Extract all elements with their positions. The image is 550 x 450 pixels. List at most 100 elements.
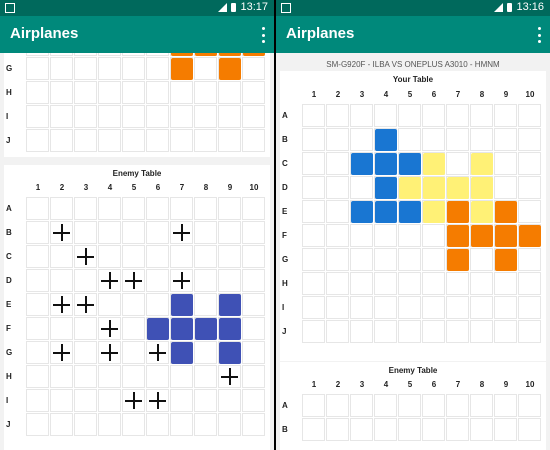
grid-cell[interactable] [242,197,265,220]
grid-cell[interactable] [26,413,49,436]
grid-cell[interactable] [194,245,217,268]
grid-cell[interactable] [26,293,49,316]
grid-cell[interactable] [26,341,49,364]
grid-cell[interactable] [218,413,241,436]
grid-cell[interactable] [518,394,541,417]
grid-cell[interactable] [122,341,145,364]
grid-cell[interactable] [398,394,421,417]
grid-cell[interactable] [242,389,265,412]
grid-cell[interactable] [218,389,241,412]
grid-cell[interactable] [146,197,169,220]
grid-cell[interactable] [26,221,49,244]
grid-cell[interactable] [122,365,145,388]
grid-cell[interactable] [98,365,121,388]
grid-cell[interactable] [470,394,493,417]
grid-cell[interactable] [98,389,121,412]
grid-cell[interactable] [170,413,193,436]
grid-cell[interactable] [74,197,97,220]
grid-cell[interactable] [146,413,169,436]
grid-cell[interactable] [302,418,325,441]
grid-cell[interactable] [122,245,145,268]
grid-cell[interactable] [242,317,265,340]
grid-cell[interactable] [242,365,265,388]
grid-cell[interactable] [326,394,349,417]
grid-cell[interactable] [50,413,73,436]
game-content[interactable]: F G H I J Enemy Table 1 2 3 4 5 6 7 8 9 10 A B C D E F G H I J [0,53,274,450]
more-vert-icon[interactable] [260,26,266,44]
grid-cell[interactable] [422,394,445,417]
grid-cell[interactable] [194,197,217,220]
grid-cell[interactable] [26,365,49,388]
grid-cell[interactable] [50,197,73,220]
grid-cell[interactable] [146,365,169,388]
grid-cell[interactable] [146,221,169,244]
grid-cell[interactable] [26,389,49,412]
grid-cell[interactable] [218,197,241,220]
grid-cell[interactable] [350,394,373,417]
grid-cell[interactable] [74,317,97,340]
grid-cell[interactable] [50,245,73,268]
grid-cell[interactable] [74,413,97,436]
grid-cell[interactable] [122,197,145,220]
grid-cell[interactable] [74,341,97,364]
grid-cell[interactable] [26,269,49,292]
grid-cell[interactable] [242,221,265,244]
grid-cell[interactable] [242,293,265,316]
grid-cell[interactable] [98,245,121,268]
grid-cell[interactable] [218,221,241,244]
grid-cell[interactable] [518,418,541,441]
grid-cell[interactable] [398,418,421,441]
grid-cell[interactable] [26,197,49,220]
grid-cell[interactable] [194,341,217,364]
grid-cell[interactable] [122,317,145,340]
grid-cell[interactable] [170,245,193,268]
grid-cell[interactable] [74,221,97,244]
grid-cell[interactable] [50,317,73,340]
grid-cell[interactable] [146,293,169,316]
grid-cell[interactable] [194,269,217,292]
more-vert-icon[interactable] [536,26,542,44]
grid-cell[interactable] [194,293,217,316]
grid-cell[interactable] [350,418,373,441]
grid-cell[interactable] [170,197,193,220]
grid-cell[interactable] [218,245,241,268]
grid-cell[interactable] [122,293,145,316]
grid-cell[interactable] [494,394,517,417]
game-content[interactable]: SM-G920F - ILBA VS ONEPLUS A3010 - HMNM … [276,53,550,450]
grid-cell[interactable] [98,197,121,220]
grid-cell[interactable] [98,413,121,436]
grid-cell[interactable] [446,418,469,441]
grid-cell[interactable] [170,365,193,388]
grid-cell[interactable] [26,245,49,268]
grid-cell[interactable] [50,389,73,412]
grid-cell[interactable] [170,389,193,412]
grid-cell[interactable] [494,418,517,441]
grid-cell[interactable] [122,413,145,436]
grid-cell[interactable] [98,221,121,244]
grid-cell[interactable] [74,365,97,388]
grid-cell[interactable] [98,293,121,316]
grid-cell[interactable] [446,394,469,417]
grid-cell[interactable] [122,221,145,244]
grid-cell[interactable] [50,365,73,388]
grid-cell[interactable] [326,418,349,441]
grid-cell[interactable] [242,413,265,436]
grid-cell[interactable] [194,365,217,388]
grid-cell[interactable] [74,269,97,292]
grid-cell[interactable] [194,221,217,244]
grid-cell[interactable] [194,389,217,412]
grid-cell[interactable] [242,245,265,268]
grid-cell[interactable] [422,418,445,441]
grid-cell[interactable] [194,413,217,436]
grid-cell[interactable] [242,341,265,364]
grid-cell[interactable] [218,269,241,292]
grid-cell[interactable] [26,317,49,340]
grid-cell[interactable] [50,269,73,292]
grid-cell[interactable] [242,269,265,292]
grid-cell[interactable] [374,418,397,441]
grid-cell[interactable] [470,418,493,441]
grid-cell[interactable] [74,389,97,412]
grid-cell[interactable] [302,394,325,417]
grid-cell[interactable] [146,269,169,292]
grid-cell[interactable] [374,394,397,417]
